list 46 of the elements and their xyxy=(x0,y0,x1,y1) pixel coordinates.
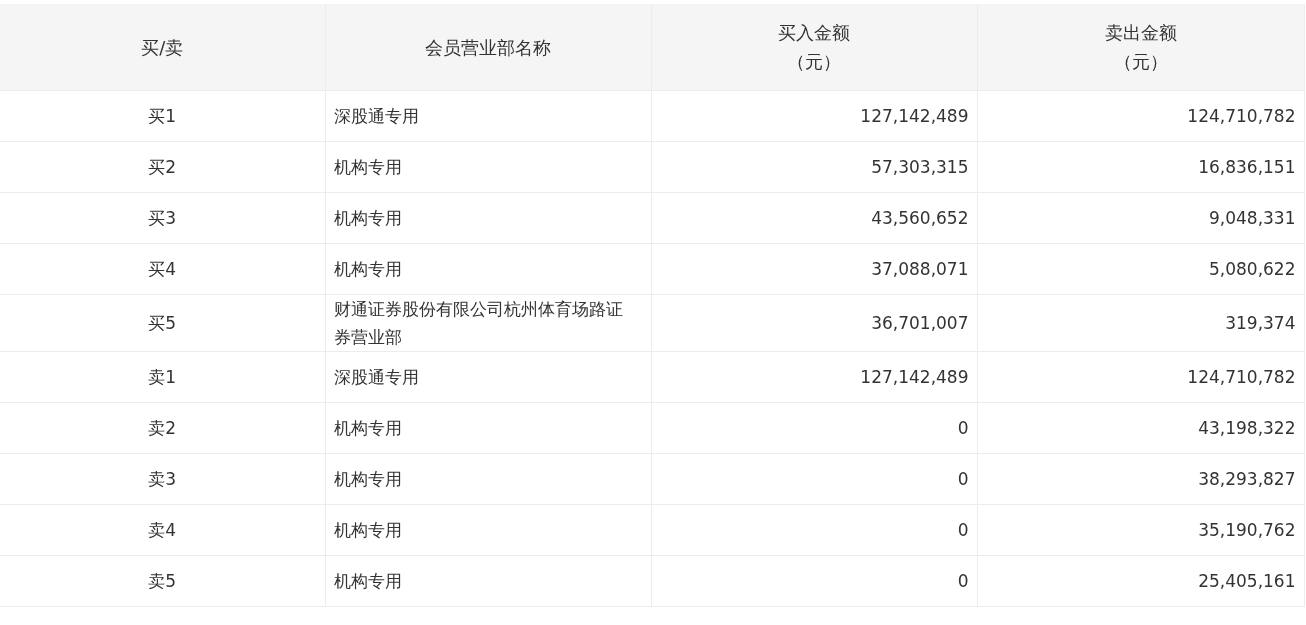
table-cell: 卖4 xyxy=(0,504,325,556)
table-cell: 37,088,071 xyxy=(651,243,977,295)
table-cell: 319,374 xyxy=(977,294,1304,352)
table-cell: 124,710,782 xyxy=(977,351,1304,403)
table-cell: 机构专用 xyxy=(325,192,651,244)
table-cell: 买5 xyxy=(0,294,325,352)
table-cell: 5,080,622 xyxy=(977,243,1304,295)
table-cell: 0 xyxy=(651,402,977,454)
table-cell: 卖2 xyxy=(0,402,325,454)
table-cell: 0 xyxy=(651,504,977,556)
table-cell: 卖5 xyxy=(0,555,325,607)
table-cell: 36,701,007 xyxy=(651,294,977,352)
table-cell: 43,198,322 xyxy=(977,402,1304,454)
table-cell: 机构专用 xyxy=(325,243,651,295)
table-cell: 124,710,782 xyxy=(977,90,1304,142)
table-cell: 买1 xyxy=(0,90,325,142)
table-cell: 9,048,331 xyxy=(977,192,1304,244)
column-unit: （元） xyxy=(786,50,842,74)
table-cell: 57,303,315 xyxy=(651,141,977,193)
table-cell: 深股通专用 xyxy=(325,351,651,403)
table-cell: 机构专用 xyxy=(325,402,651,454)
table-cell: 卖3 xyxy=(0,453,325,505)
table-cell: 买3 xyxy=(0,192,325,244)
table-cell: 机构专用 xyxy=(325,555,651,607)
table-cell: 127,142,489 xyxy=(651,351,977,403)
table-cell: 买2 xyxy=(0,141,325,193)
table-cell: 25,405,161 xyxy=(977,555,1304,607)
column-title: 会员营业部名称 xyxy=(424,35,552,60)
column-title: 买入金额 xyxy=(777,21,851,45)
column-title: 卖出金额 xyxy=(1103,21,1178,45)
table-cell: 127,142,489 xyxy=(651,90,977,142)
table-cell: 财通证券股份有限公司杭州体育场路证券营业部 xyxy=(325,294,651,352)
table-cell: 0 xyxy=(651,453,977,505)
table-cell: 机构专用 xyxy=(325,504,651,556)
table-cell: 机构专用 xyxy=(325,453,651,505)
table-cell: 机构专用 xyxy=(325,141,651,193)
table-cell: 35,190,762 xyxy=(977,504,1304,556)
table-cell: 深股通专用 xyxy=(325,90,651,142)
table-cell: 卖1 xyxy=(0,351,325,403)
table-cell: 38,293,827 xyxy=(977,453,1304,505)
table-cell: 买4 xyxy=(0,243,325,295)
table-cell: 0 xyxy=(651,555,977,607)
table-cell: 16,836,151 xyxy=(977,141,1304,193)
column-unit: （元） xyxy=(1112,50,1169,74)
column-title: 买/卖 xyxy=(140,35,185,60)
table-cell: 43,560,652 xyxy=(651,192,977,244)
